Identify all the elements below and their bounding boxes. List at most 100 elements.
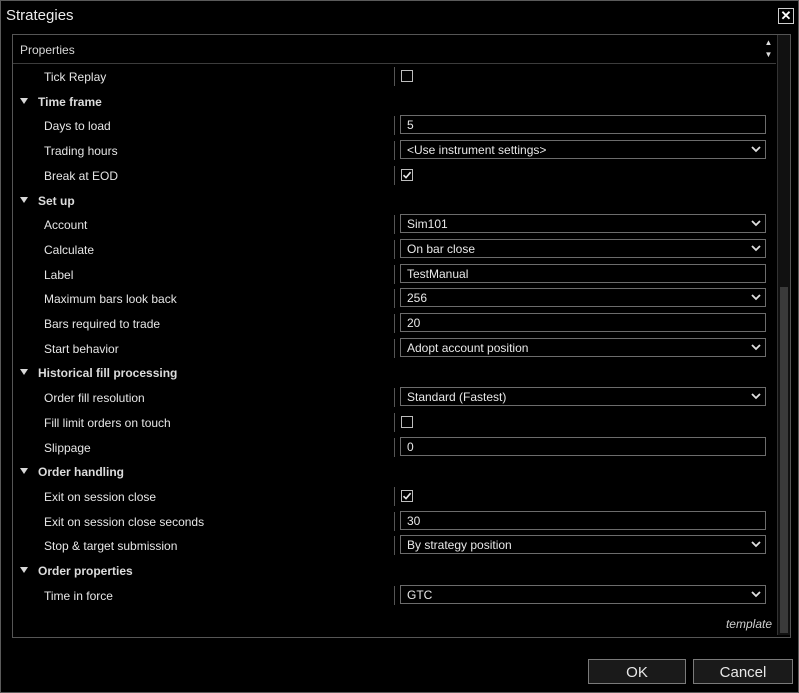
property-row-exit-on-session-close-seconds: Exit on session close seconds 30 [13,509,776,534]
column-divider[interactable] [394,141,395,160]
property-label: Exit on session close seconds [44,515,205,529]
vertical-scrollbar[interactable] [777,35,790,635]
exit-on-session-close-seconds-input[interactable]: 30 [400,511,766,530]
calculate-select[interactable]: On bar close [400,239,766,258]
field-value: Sim101 [407,217,448,231]
scrollbar-thumb[interactable] [780,287,788,633]
checkmark-icon [402,171,412,179]
chevron-down-icon[interactable] [751,391,761,401]
maximum-bars-look-back-select[interactable]: 256 [400,288,766,307]
property-label: Order fill resolution [44,391,145,405]
triangle-down-icon[interactable] [20,468,28,474]
stop-target-submission-select[interactable]: By strategy position [400,535,766,554]
column-divider[interactable] [394,512,395,531]
exit-on-session-close-checkbox[interactable] [401,490,413,502]
days-to-load-input[interactable]: 5 [400,115,766,134]
field-value: 0 [407,440,414,454]
title-bar: Strategies ✕ [1,1,798,29]
column-divider[interactable] [394,487,395,506]
property-label: Bars required to trade [44,317,161,331]
bars-required-to-trade-input[interactable]: 20 [400,313,766,332]
triangle-down-icon[interactable] [20,369,28,375]
property-row-calculate: Calculate On bar close [13,237,776,262]
chevron-down-icon[interactable] [751,144,761,154]
category-time-frame[interactable]: Time frame [13,89,776,114]
property-row-days-to-load: Days to load 5 [13,113,776,138]
column-divider[interactable] [394,314,395,333]
column-divider[interactable] [394,388,395,407]
column-divider[interactable] [394,265,395,284]
field-value: TestManual [407,267,469,281]
chevron-down-icon[interactable] [751,589,761,599]
tick-replay-checkbox[interactable] [401,70,413,82]
properties-header: Properties ▲ ▼ [13,35,776,64]
field-value: 20 [407,316,421,330]
chevron-down-icon[interactable] [751,292,761,302]
property-label: Exit on session close [44,490,157,504]
trading-hours-select[interactable]: <Use instrument settings> [400,140,766,159]
column-divider[interactable] [394,413,395,432]
chevron-down-icon[interactable] [751,218,761,228]
column-divider[interactable] [394,240,395,259]
chevron-down-icon[interactable] [751,342,761,352]
property-row-bars-required-to-trade: Bars required to trade 20 [13,311,776,336]
ok-button[interactable]: OK [588,659,686,684]
column-divider[interactable] [394,166,395,185]
category-set-up[interactable]: Set up [13,188,776,213]
triangle-down-icon[interactable] [20,567,28,573]
column-divider[interactable] [394,215,395,234]
property-row-fill-limit-orders-on-touch: Fill limit orders on touch [13,410,776,435]
category-label: Order handling [38,465,125,479]
property-label: Trading hours [44,144,118,158]
property-row-stop-target-submission: Stop & target submission By strategy posi… [13,533,776,558]
slippage-input[interactable]: 0 [400,437,766,456]
scroll-down-icon[interactable]: ▼ [763,49,774,61]
account-select[interactable]: Sim101 [400,214,766,233]
chevron-down-icon[interactable] [751,539,761,549]
start-behavior-select[interactable]: Adopt account position [400,338,766,357]
property-label: Calculate [44,243,95,257]
column-divider[interactable] [394,536,395,555]
window-title: Strategies [6,7,74,24]
field-value: 30 [407,514,421,528]
time-in-force-select[interactable]: GTC [400,585,766,604]
column-divider[interactable] [394,289,395,308]
category-label: Historical fill processing [38,366,178,380]
column-divider[interactable] [394,116,395,135]
field-value: Standard (Fastest) [407,390,507,404]
triangle-down-icon[interactable] [20,98,28,104]
header-scroll-arrows[interactable]: ▲ ▼ [763,37,774,61]
cancel-button[interactable]: Cancel [693,659,793,684]
column-divider[interactable] [394,438,395,457]
scroll-up-icon[interactable]: ▲ [763,37,774,49]
category-order-properties[interactable]: Order properties [13,558,776,583]
property-row-tick-replay: Tick Replay [13,64,776,89]
property-label: Fill limit orders on touch [44,416,171,430]
category-label: Order properties [38,564,133,578]
label-input[interactable]: TestManual [400,264,766,283]
properties-header-label: Properties [20,43,75,57]
column-divider[interactable] [394,339,395,358]
field-value: On bar close [407,242,476,256]
property-row-slippage: Slippage 0 [13,435,776,460]
order-fill-resolution-select[interactable]: Standard (Fastest) [400,387,766,406]
property-label: Label [44,268,74,282]
category-order-handling[interactable]: Order handling [13,459,776,484]
category-label: Set up [38,194,75,208]
close-icon[interactable]: ✕ [778,8,794,24]
column-divider[interactable] [394,67,395,86]
property-label: Days to load [44,119,111,133]
category-historical-fill-processing[interactable]: Historical fill processing [13,360,776,385]
chevron-down-icon[interactable] [751,243,761,253]
property-row-exit-on-session-close: Exit on session close [13,484,776,509]
property-label: Account [44,218,88,232]
fill-limit-orders-on-touch-checkbox[interactable] [401,416,413,428]
break-at-eod-checkbox[interactable] [401,169,413,181]
property-row-label: Label TestManual [13,262,776,287]
property-row-order-fill-resolution: Order fill resolution Standard (Fastest) [13,385,776,410]
triangle-down-icon[interactable] [20,197,28,203]
column-divider[interactable] [394,586,395,605]
property-label: Start behavior [44,342,119,356]
property-row-account: Account Sim101 [13,212,776,237]
template-link[interactable]: template [726,617,772,631]
